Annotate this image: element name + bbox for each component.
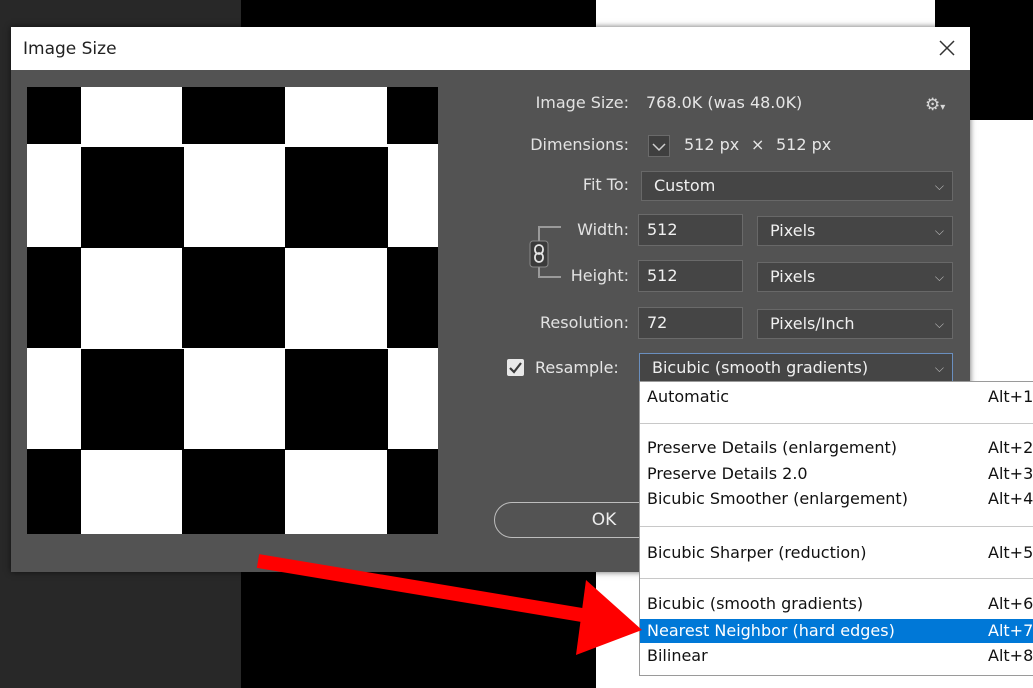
menu-item-automatic[interactable]: Automatic Alt+1 [640,385,1033,409]
fit-to-label: Fit To: [582,175,629,194]
checkerboard-image [27,87,438,534]
width-unit-value: Pixels [770,221,816,240]
resolution-unit-select[interactable]: Pixels/Inch ⌵ [757,309,953,339]
menu-separator [640,526,1033,527]
width-input[interactable]: 512 [638,214,743,246]
dimensions-times: × [751,135,765,154]
checker-square [81,349,184,450]
chevron-down-icon: ⌵ [934,179,944,193]
fit-to-value: Custom [654,176,716,195]
height-label: Height: [570,266,629,285]
height-input[interactable]: 512 [638,260,743,292]
image-size-label: Image Size: [535,93,629,112]
fit-to-select[interactable]: Custom ⌵ [641,171,953,201]
dialog-title: Image Size [23,39,117,59]
image-preview[interactable] [27,87,438,534]
checkmark-icon [509,362,522,374]
height-unit-select[interactable]: Pixels ⌵ [757,262,953,292]
menu-item-bicubic[interactable]: Bicubic (smooth gradients) Alt+6 [640,592,1033,616]
ok-button-label: OK [591,510,617,530]
dimensions-label: Dimensions: [530,135,629,154]
menu-separator [640,423,1033,424]
resolution-unit-value: Pixels/Inch [770,314,855,333]
settings-gear-button[interactable]: ⚙▾ [925,95,945,115]
checker-square [387,247,438,348]
chevron-down-icon: ▾ [940,102,946,113]
width-label: Width: [577,220,629,239]
checker-square [285,349,388,450]
checker-square [285,147,388,248]
resample-checkbox[interactable] [507,359,524,376]
checker-square [387,87,438,144]
chevron-down-icon [652,143,666,152]
resample-value: Bicubic (smooth gradients) [652,358,869,377]
checker-square [27,247,81,348]
dimensions-width: 512 px [684,135,740,154]
checker-square [27,449,81,534]
chevron-down-icon: ⌵ [934,224,944,238]
checker-square [27,87,81,144]
menu-item-bilinear[interactable]: Bilinear Alt+8 [640,644,1033,668]
resolution-input[interactable]: 72 [638,307,743,339]
resample-dropdown-menu: Automatic Alt+1 Preserve Details (enlarg… [639,381,1033,676]
menu-item-preserve-details[interactable]: Preserve Details (enlargement) Alt+2 [640,436,1033,460]
resample-select[interactable]: Bicubic (smooth gradients) ⌵ [639,353,953,383]
menu-item-bicubic-sharper[interactable]: Bicubic Sharper (reduction) Alt+5 [640,541,1033,565]
checker-square [182,87,285,144]
chevron-down-icon: ⌵ [934,270,944,284]
chevron-down-icon: ⌵ [934,317,944,331]
dimensions-units-toggle[interactable] [648,135,670,157]
title-bar: Image Size [11,27,970,70]
width-unit-select[interactable]: Pixels ⌵ [757,216,953,246]
checker-square [387,449,438,534]
checker-square [182,247,285,348]
gear-icon: ⚙ [925,95,941,115]
checker-square [81,147,184,248]
menu-separator [640,578,1033,579]
close-icon [939,40,955,56]
menu-item-preserve-details-2[interactable]: Preserve Details 2.0 Alt+3 [640,462,1033,486]
menu-item-nearest-neighbor[interactable]: Nearest Neighbor (hard edges) Alt+7 [640,619,1033,643]
resolution-label: Resolution: [540,313,629,332]
menu-item-bicubic-smoother[interactable]: Bicubic Smoother (enlargement) Alt+4 [640,487,1033,511]
chevron-down-icon: ⌵ [934,361,944,375]
close-button[interactable] [934,35,960,61]
image-size-value: 768.0K (was 48.0K) [646,93,803,112]
checker-square [182,449,285,534]
height-unit-value: Pixels [770,267,816,286]
resample-label: Resample: [535,358,619,377]
dimensions-height: 512 px [776,135,832,154]
